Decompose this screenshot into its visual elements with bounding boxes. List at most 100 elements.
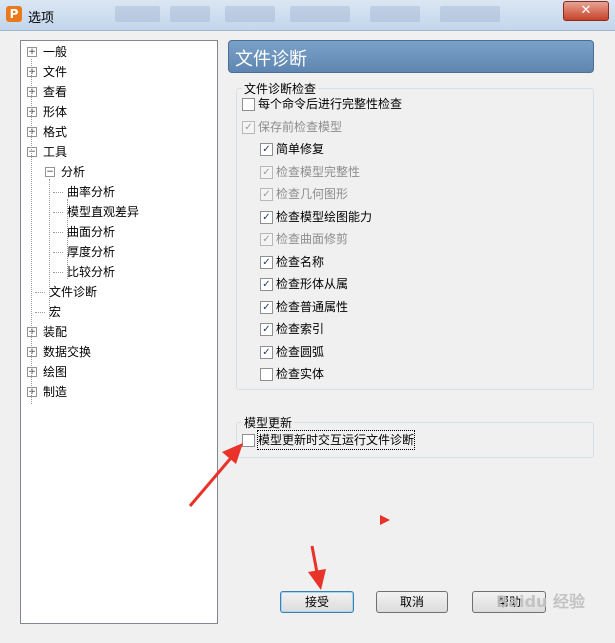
tree-item[interactable]: + 查看	[21, 83, 211, 101]
tree-connector	[53, 192, 63, 193]
expand-icon[interactable]: +	[27, 67, 37, 77]
checkbox-unchecked[interactable]	[242, 98, 255, 111]
title-blur	[225, 6, 275, 22]
checkbox-checked[interactable]: ✓	[260, 143, 273, 156]
tree-item-label: 模型直观差异	[67, 205, 140, 219]
checkbox-label: 简单修复	[276, 142, 325, 156]
checkbox-checked[interactable]: ✓	[260, 255, 273, 269]
checkbox-item[interactable]: 检查实体	[260, 365, 460, 383]
checkbox-checked[interactable]: ✓	[260, 345, 273, 359]
section-header: 文件诊断	[228, 40, 594, 73]
expand-icon[interactable]: +	[27, 327, 37, 337]
tree-item[interactable]: + 文件	[21, 63, 211, 81]
checkbox-label: 检查实体	[276, 367, 325, 381]
checkbox-item[interactable]: ✓ 保存前检查模型	[242, 118, 442, 136]
app-icon: P	[6, 6, 22, 22]
annotation-arrow-accept	[308, 545, 326, 590]
checkbox-item[interactable]: 每个命令后进行完整性检查	[242, 95, 442, 113]
accept-button[interactable]: 接受	[280, 591, 354, 613]
title-blur	[370, 6, 420, 22]
tree-item-label: 数据交换	[43, 345, 92, 359]
checkbox-item[interactable]: ✓ 检查名称	[260, 253, 460, 271]
title-blur	[290, 6, 350, 22]
expand-icon[interactable]: +	[27, 387, 37, 397]
tree-item[interactable]: + 绘图	[21, 363, 211, 381]
checkbox-item[interactable]: ✓ 检查模型完整性	[260, 163, 460, 181]
title-blur	[115, 6, 160, 22]
expand-icon[interactable]: +	[27, 347, 37, 357]
tree-item[interactable]: + 装配	[21, 323, 211, 341]
tree-item[interactable]: + 形体	[21, 103, 211, 121]
checkbox-checked[interactable]: ✓	[260, 210, 273, 224]
checkbox-interactive-diagnostics[interactable]: 模型更新时交互运行文件诊断	[242, 430, 442, 450]
model-update-group-label: 模型更新	[242, 414, 295, 431]
checkbox-checked: ✓	[260, 165, 273, 179]
checkbox-item[interactable]: ✓ 检查曲面修剪	[260, 230, 460, 248]
tree-item[interactable]: + 格式	[21, 123, 211, 141]
expand-icon[interactable]: +	[27, 367, 37, 377]
tree-connector	[49, 179, 50, 319]
options-tree[interactable]: + 一般 + 文件 + 查看 + 形体 + 格式 − 工具 − 分析 曲率分析 模型直观差异 曲面分析 厚度分析比…	[20, 40, 218, 624]
tree-item-label: 分析	[61, 165, 86, 179]
checkbox-label: 检查曲面修剪	[276, 232, 349, 246]
checkbox-label: 检查名称	[276, 254, 325, 269]
tree-item-label: 比较分析	[67, 265, 116, 279]
tree-item[interactable]: + 一般	[21, 43, 211, 61]
tree-item-label: 文件	[43, 65, 68, 79]
tree-connector	[53, 212, 63, 213]
tree-connector	[53, 252, 63, 253]
tree-connector	[67, 199, 68, 279]
tree-connector	[35, 292, 45, 293]
collapse-icon[interactable]: −	[27, 147, 37, 157]
checkbox-checked: ✓	[242, 120, 255, 134]
tree-item-label: 查看	[43, 85, 68, 99]
checkbox-checked: ✓	[260, 188, 273, 201]
expand-icon[interactable]: +	[27, 47, 37, 57]
tree-item-label: 曲面分析	[67, 225, 116, 239]
checkbox-label: 模型更新时交互运行文件诊断	[256, 430, 416, 450]
checkbox-item[interactable]: ✓ 检查圆弧	[260, 343, 460, 361]
tree-item-label: 厚度分析	[67, 245, 116, 259]
expand-icon[interactable]: +	[27, 107, 37, 117]
checkbox-item[interactable]: ✓ 检查模型绘图能力	[260, 208, 460, 226]
tree-connector	[53, 232, 63, 233]
checkbox-unchecked[interactable]	[260, 368, 273, 381]
checkbox-item[interactable]: ✓ 检查索引	[260, 320, 460, 338]
tree-item[interactable]: − 工具	[21, 143, 211, 161]
expand-icon[interactable]: +	[27, 127, 37, 137]
checkbox-checked[interactable]: ✓	[260, 300, 273, 314]
checkbox-label: 检查普通属性	[276, 299, 349, 314]
tree-item-label: 工具	[43, 145, 68, 159]
tree-item-label: 曲率分析	[67, 185, 116, 199]
tree-connector	[31, 59, 32, 404]
tree-item[interactable]: + 数据交换	[21, 343, 211, 361]
checkbox-item[interactable]: ✓ 简单修复	[260, 140, 460, 158]
window-title: 选项	[28, 11, 55, 26]
watermark: Baidu 经验	[496, 592, 585, 611]
title-blur	[170, 6, 210, 22]
tree-connector	[53, 272, 63, 273]
checkbox-item[interactable]: ✓ 检查几何图形	[260, 185, 460, 203]
title-blur	[440, 6, 500, 22]
title-bar: P 选项 ✕	[0, 0, 615, 31]
tree-item-label: 宏	[49, 305, 62, 319]
tree-item-label: 格式	[43, 125, 68, 139]
tree-item-label: 形体	[43, 105, 68, 119]
checkbox-item[interactable]: ✓ 检查形体从属	[260, 275, 460, 293]
checkbox-checked[interactable]: ✓	[260, 323, 273, 336]
checkbox-item[interactable]: ✓ 检查普通属性	[260, 298, 460, 316]
checkbox-checked[interactable]: ✓	[260, 278, 273, 291]
tree-item[interactable]: + 制造	[21, 383, 211, 401]
cancel-button[interactable]: 取消	[376, 591, 448, 613]
checkbox-label: 检查几何图形	[276, 187, 349, 201]
page-title: 文件诊断	[235, 49, 307, 70]
tree-item-label: 装配	[43, 325, 68, 339]
collapse-icon[interactable]: −	[45, 167, 55, 177]
close-icon: ✕	[580, 3, 592, 18]
checkbox-label: 检查索引	[276, 322, 325, 336]
annotation-marker	[380, 515, 390, 525]
checkbox-label: 检查模型完整性	[276, 164, 361, 179]
checkbox-box[interactable]	[242, 434, 255, 447]
close-button[interactable]: ✕	[563, 1, 609, 21]
expand-icon[interactable]: +	[27, 87, 37, 97]
